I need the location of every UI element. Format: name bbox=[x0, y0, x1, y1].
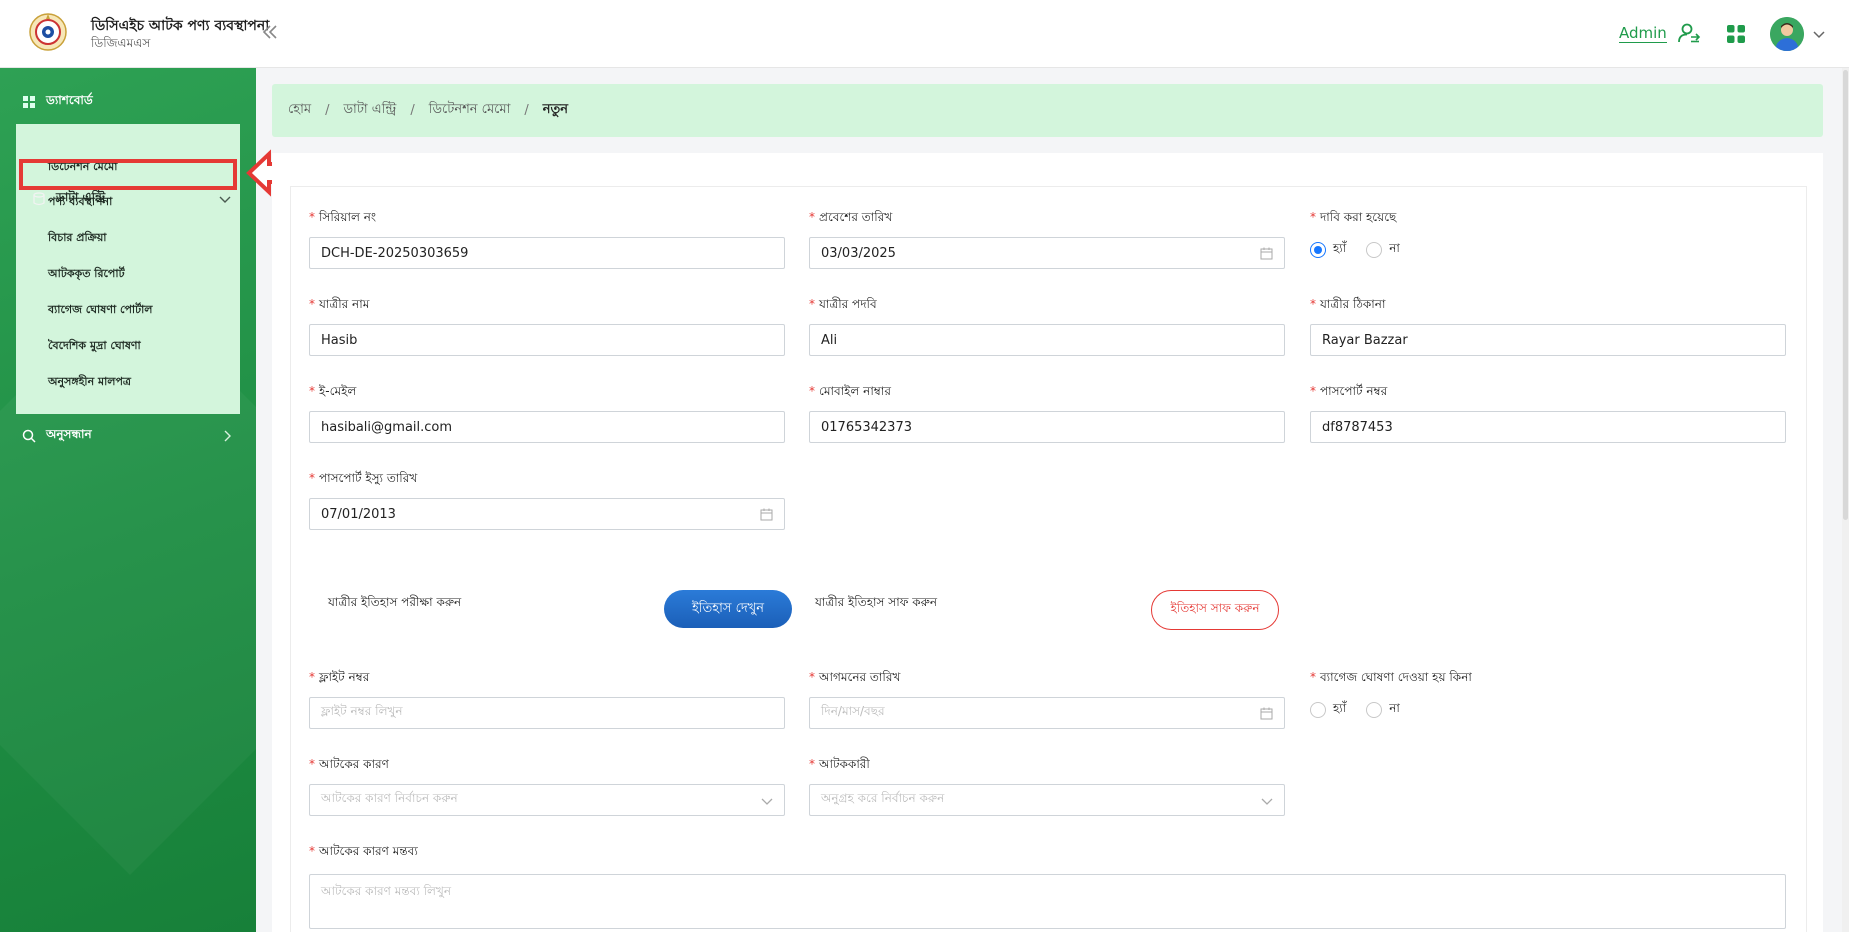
sidebar-item-trial-process[interactable]: বিচার প্রক্রিয়া bbox=[48, 229, 107, 248]
claimed-no-radio[interactable] bbox=[1366, 242, 1383, 258]
passport-issue-date-label: * পাসপোর্ট ইস্যু তারিখ bbox=[309, 471, 418, 485]
app-subtitle: ডিজিএমএস bbox=[91, 36, 151, 50]
history-clear-label: যাত্রীর ইতিহাস সাফ করুন bbox=[815, 595, 938, 609]
calendar-icon bbox=[1260, 247, 1273, 260]
claimed-label: * দাবি করা হয়েছে bbox=[1310, 210, 1397, 224]
chevron-down-icon bbox=[219, 196, 231, 203]
detainer-label: * আটককারী bbox=[809, 757, 870, 771]
reason-comment-textarea[interactable]: আটকের কারণ মন্তব্য লিখুন bbox=[309, 874, 1786, 929]
entry-date-label: * প্রবেশের তারিখ bbox=[809, 210, 893, 224]
user-switch-icon[interactable] bbox=[1677, 21, 1701, 45]
sidebar-item-goods-management[interactable]: পণ্য ব্যবস্থাপনা bbox=[48, 193, 112, 212]
passenger-address-input[interactable]: Rayar Bazzar bbox=[1310, 324, 1786, 356]
mobile-label: * মোবাইল নাম্বার bbox=[809, 384, 891, 398]
avatar[interactable] bbox=[1770, 17, 1804, 51]
mobile-input[interactable]: 01765342373 bbox=[809, 411, 1285, 443]
calendar-icon bbox=[760, 508, 773, 521]
radio-label: না bbox=[1389, 241, 1400, 255]
claimed-radio-group: হ্যাঁ না bbox=[1310, 240, 1420, 260]
double-chevron-left-icon[interactable] bbox=[260, 22, 280, 42]
sidebar-item-dashboard[interactable]: ড্যাশবোর্ড bbox=[22, 91, 93, 113]
sidebar-item-baggage-portal[interactable]: ব্যাগেজ ঘোষণা পোর্টাল bbox=[48, 301, 153, 320]
apps-grid-icon[interactable] bbox=[1726, 24, 1746, 44]
top-header: ডিসিএইচ আটক পণ্য ব্যবস্থাপনা ডিজিএমএস Ad… bbox=[0, 0, 1849, 68]
sidebar-item-label: ড্যাশবোর্ড bbox=[46, 93, 93, 107]
form-panel bbox=[290, 186, 1807, 932]
passenger-name-label: * যাত্রীর নাম bbox=[309, 297, 370, 311]
chevron-down-icon bbox=[1261, 798, 1273, 805]
sidebar-item-label: অনুসন্ধান bbox=[46, 427, 92, 441]
passenger-address-label: * যাত্রীর ঠিকানা bbox=[1310, 297, 1386, 311]
email-field[interactable]: hasibali@gmail.com bbox=[309, 411, 785, 443]
logo-emblem bbox=[29, 13, 67, 51]
breadcrumb-home[interactable]: হোম bbox=[288, 100, 311, 121]
baggage-declared-label: * ব্যাগেজ ঘোষণা দেওয়া হয় কিনা bbox=[1310, 670, 1472, 684]
flight-no-input[interactable]: ফ্লাইট নম্বর লিখুন bbox=[309, 697, 785, 729]
highlight-box bbox=[19, 159, 237, 190]
avatar-person-icon bbox=[1770, 17, 1804, 51]
chevron-down-icon bbox=[761, 798, 773, 805]
breadcrumb-data-entry[interactable]: ডাটা এন্ট্রি bbox=[343, 100, 396, 121]
baggage-declared-radio-group: হ্যাঁ না bbox=[1310, 700, 1420, 720]
history-check-label: যাত্রীর ইতিহাস পরীক্ষা করুন bbox=[328, 595, 462, 609]
sidebar-item-foreign-currency[interactable]: বৈদেশিক মুদ্রা ঘোষণা bbox=[48, 337, 141, 356]
database-icon bbox=[33, 192, 45, 206]
dashboard-icon bbox=[23, 96, 35, 108]
passport-no-input[interactable]: df8787453 bbox=[1310, 411, 1786, 443]
email-label: * ই-মেইল bbox=[309, 384, 357, 398]
detention-reason-label: * আটকের কারণ bbox=[309, 757, 389, 771]
breadcrumb-separator: / bbox=[524, 103, 529, 118]
sidebar-item-search[interactable]: অনুসন্ধান bbox=[22, 425, 231, 447]
chevron-down-icon[interactable] bbox=[1812, 27, 1826, 41]
passport-issue-date-picker[interactable]: 07/01/2013 bbox=[309, 498, 785, 530]
arrival-date-picker[interactable]: দিন/মাস/বছর bbox=[809, 697, 1285, 729]
sidebar-item-detained-report[interactable]: আটককৃত রিপোর্ট bbox=[48, 265, 125, 284]
reason-comment-label: * আটকের কারণ মন্তব্য bbox=[309, 844, 418, 858]
passenger-title-input[interactable]: Ali bbox=[809, 324, 1285, 356]
radio-label: না bbox=[1389, 701, 1400, 715]
sidebar-item-unaccompanied-baggage[interactable]: অনুসঙ্গহীন মালপত্র bbox=[48, 373, 131, 392]
chevron-right-icon bbox=[224, 430, 231, 442]
radio-label: হ্যাঁ bbox=[1333, 701, 1347, 715]
sidebar: ড্যাশবোর্ড ডাটা এন্ট্রি ডিটেনশন মেমো পণ্… bbox=[0, 68, 256, 932]
arrival-date-label: * আগমনের তারিখ bbox=[809, 670, 901, 684]
breadcrumb: হোম / ডাটা এন্ট্রি / ডিটেনশন মেমো / নতুন bbox=[272, 84, 1823, 137]
passport-no-label: * পাসপোর্ট নম্বর bbox=[1310, 384, 1388, 398]
passenger-title-label: * যাত্রীর পদবি bbox=[809, 297, 877, 311]
detainer-select[interactable]: অনুগ্রহ করে নির্বাচন করুন bbox=[809, 784, 1285, 816]
breadcrumb-detention-memo[interactable]: ডিটেনশন মেমো bbox=[429, 100, 511, 121]
claimed-yes-radio[interactable] bbox=[1310, 242, 1326, 258]
baggage-no-radio[interactable] bbox=[1366, 702, 1383, 718]
breadcrumb-separator: / bbox=[325, 103, 330, 118]
serial-no-label: * সিরিয়াল নং bbox=[309, 210, 377, 224]
detention-reason-select[interactable]: আটকের কারণ নির্বাচন করুন bbox=[309, 784, 785, 816]
flight-no-label: * ফ্লাইট নম্বর bbox=[309, 670, 370, 684]
view-history-button[interactable]: ইতিহাস দেখুন bbox=[664, 590, 792, 628]
serial-no-input[interactable]: DCH-DE-20250303659 bbox=[309, 237, 785, 269]
passenger-name-input[interactable]: Hasib bbox=[309, 324, 785, 356]
calendar-icon bbox=[1260, 707, 1273, 720]
page-scrollbar-thumb[interactable] bbox=[1843, 70, 1848, 520]
breadcrumb-separator: / bbox=[410, 103, 415, 118]
breadcrumb-current: নতুন bbox=[542, 102, 569, 117]
search-icon bbox=[22, 429, 36, 443]
clear-history-button[interactable]: ইতিহাস সাফ করুন bbox=[1151, 590, 1279, 630]
admin-user-link[interactable]: Admin bbox=[1619, 24, 1667, 43]
radio-label: হ্যাঁ bbox=[1333, 241, 1347, 255]
baggage-yes-radio[interactable] bbox=[1310, 702, 1326, 718]
entry-date-picker[interactable]: 03/03/2025 bbox=[809, 237, 1285, 269]
